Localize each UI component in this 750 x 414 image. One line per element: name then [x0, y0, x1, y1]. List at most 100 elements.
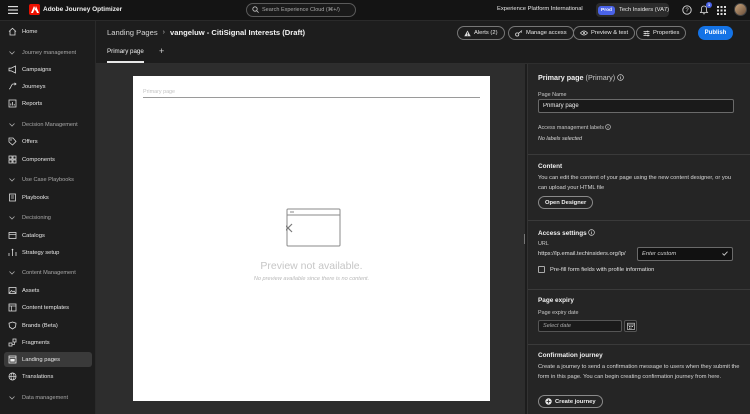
page-title-input[interactable] [143, 86, 480, 97]
megaphone-icon [8, 65, 17, 74]
preview-test-button[interactable]: Preview & test [573, 26, 636, 40]
sidebar: Home Journey management Campaigns Journe… [0, 21, 96, 414]
preview-unavailable-subtitle: No preview available since there is no c… [253, 276, 370, 282]
chevron-down-icon [8, 51, 16, 55]
info-icon[interactable] [605, 124, 612, 131]
access-labels-text: Access management labels [538, 125, 604, 131]
page-preview: Preview not available. No preview availa… [133, 76, 490, 401]
sidebar-item-components[interactable]: Components [0, 152, 95, 167]
preview-test-label: Preview & test [591, 30, 629, 36]
alerts-button[interactable]: Alerts (2) [457, 26, 505, 40]
strategy-icon [8, 248, 17, 257]
sidebar-item-campaigns[interactable]: Campaigns [0, 62, 95, 77]
tab-primary-page[interactable]: Primary page [107, 48, 144, 55]
expiry-date-input[interactable] [543, 323, 618, 329]
add-circle-icon [545, 398, 552, 405]
expiry-date-field[interactable] [538, 320, 622, 332]
section-label: Use Case Playbooks [22, 177, 74, 183]
manage-access-label: Manage access [526, 30, 567, 36]
divider [528, 344, 750, 345]
sidebar-item-landing-pages[interactable]: Landing pages [4, 352, 92, 367]
catalog-icon [8, 231, 17, 240]
report-icon [8, 99, 17, 108]
prefill-checkbox-row[interactable]: Pre-fill form fields with profile inform… [538, 266, 654, 273]
sidebar-item-label: Campaigns [22, 66, 52, 73]
alert-triangle-icon [464, 30, 471, 37]
tab-selected-indicator [107, 61, 144, 63]
page-expiry-title: Page expiry [538, 297, 574, 304]
sidebar-item-label: Journeys [22, 83, 46, 90]
manage-access-button[interactable]: Manage access [508, 26, 574, 40]
prefill-checkbox[interactable] [538, 266, 545, 273]
sidebar-item-label: Components [22, 156, 55, 163]
section-label: Decisioning [22, 215, 51, 221]
chevron-down-icon [8, 123, 16, 127]
sidebar-section-use-case-playbooks[interactable]: Use Case Playbooks [0, 174, 95, 186]
sidebar-section-journey-management[interactable]: Journey management [0, 47, 95, 59]
add-page-icon[interactable]: + [159, 46, 164, 56]
properties-button[interactable]: Properties [636, 26, 687, 40]
calendar-icon[interactable] [624, 320, 637, 332]
brand-shield-icon [8, 321, 17, 330]
adobe-logo-icon[interactable] [29, 4, 40, 15]
section-label: Content Management [22, 270, 76, 276]
sidebar-item-catalogs[interactable]: Catalogs [0, 228, 95, 243]
info-icon[interactable] [588, 229, 596, 237]
properties-label: Properties [653, 30, 680, 36]
sidebar-section-content-management[interactable]: Content Management [0, 267, 95, 279]
preview-canvas: Preview not available. No preview availa… [96, 64, 525, 414]
custom-url-input[interactable] [642, 251, 722, 257]
sidebar-section-decisioning[interactable]: Decisioning [0, 212, 95, 224]
bell-icon[interactable]: 1 [698, 2, 712, 16]
hamburger-menu-icon[interactable] [8, 5, 18, 15]
eye-icon [580, 30, 588, 36]
sidebar-section-decision-management[interactable]: Decision Management [0, 119, 95, 131]
page-name-input[interactable] [538, 99, 734, 113]
help-icon[interactable]: ? [681, 4, 693, 16]
page-name-label: Page Name [538, 92, 567, 98]
sidebar-item-label: Offers [22, 138, 38, 145]
panel-title: Primary page (Primary) [538, 73, 624, 82]
confirmation-description: Create a journey to send a confirmation … [538, 364, 740, 380]
sidebar-item-fragments[interactable]: Fragments [0, 335, 95, 350]
sidebar-item-journeys[interactable]: Journeys [0, 79, 95, 94]
sidebar-item-reports[interactable]: Reports [0, 96, 95, 111]
app-title[interactable]: Adobe Journey Optimizer [43, 6, 122, 13]
access-settings-title: Access settings [538, 229, 596, 237]
create-journey-button[interactable]: Create journey [538, 395, 603, 408]
sidebar-item-home[interactable]: Home [0, 24, 95, 39]
sidebar-item-content-templates[interactable]: Content templates [0, 300, 95, 315]
sidebar-item-label: Fragments [22, 339, 50, 346]
url-label: URL [538, 241, 549, 247]
custom-url-field[interactable] [637, 247, 733, 261]
info-icon[interactable] [617, 73, 624, 82]
properties-sliders-icon [643, 30, 650, 37]
divider [528, 220, 750, 221]
sidebar-item-playbooks[interactable]: Playbooks [0, 190, 95, 205]
avatar[interactable] [734, 3, 747, 16]
open-designer-button[interactable]: Open Designer [538, 196, 594, 209]
sidebar-section-data-management[interactable]: Data management [0, 392, 95, 404]
sidebar-item-assets[interactable]: Assets [0, 283, 95, 298]
breadcrumb-landing-pages[interactable]: Landing Pages [107, 28, 158, 37]
sidebar-item-brands[interactable]: Brands (Beta) [0, 318, 95, 333]
apps-grid-icon[interactable] [715, 4, 727, 16]
page-header: Landing Pages › vangeluw - CitiSignal In… [96, 21, 750, 64]
sidebar-item-offers[interactable]: Offers [0, 134, 95, 149]
access-settings-label: Access settings [538, 230, 587, 237]
key-icon [515, 29, 523, 37]
page-title-field[interactable] [143, 86, 480, 98]
search-input[interactable] [262, 7, 355, 13]
org-name[interactable]: Experience Platform International [497, 6, 583, 12]
sidebar-item-translations[interactable]: Translations [0, 369, 95, 384]
sidebar-item-label: Home [22, 28, 38, 35]
publish-button[interactable]: Publish [698, 26, 733, 40]
sidebar-item-strategy-setup[interactable]: Strategy setup [0, 245, 95, 260]
panel-title-main: Primary page [538, 73, 584, 82]
sandbox-switcher[interactable]: Prod Tech Insiders (VA7) [596, 3, 669, 17]
home-icon [8, 27, 17, 36]
search-box[interactable] [246, 3, 356, 17]
properties-panel: Primary page (Primary) Page Name Access … [527, 64, 750, 414]
sidebar-item-label: Catalogs [22, 232, 45, 239]
section-label: Data management [22, 395, 69, 401]
